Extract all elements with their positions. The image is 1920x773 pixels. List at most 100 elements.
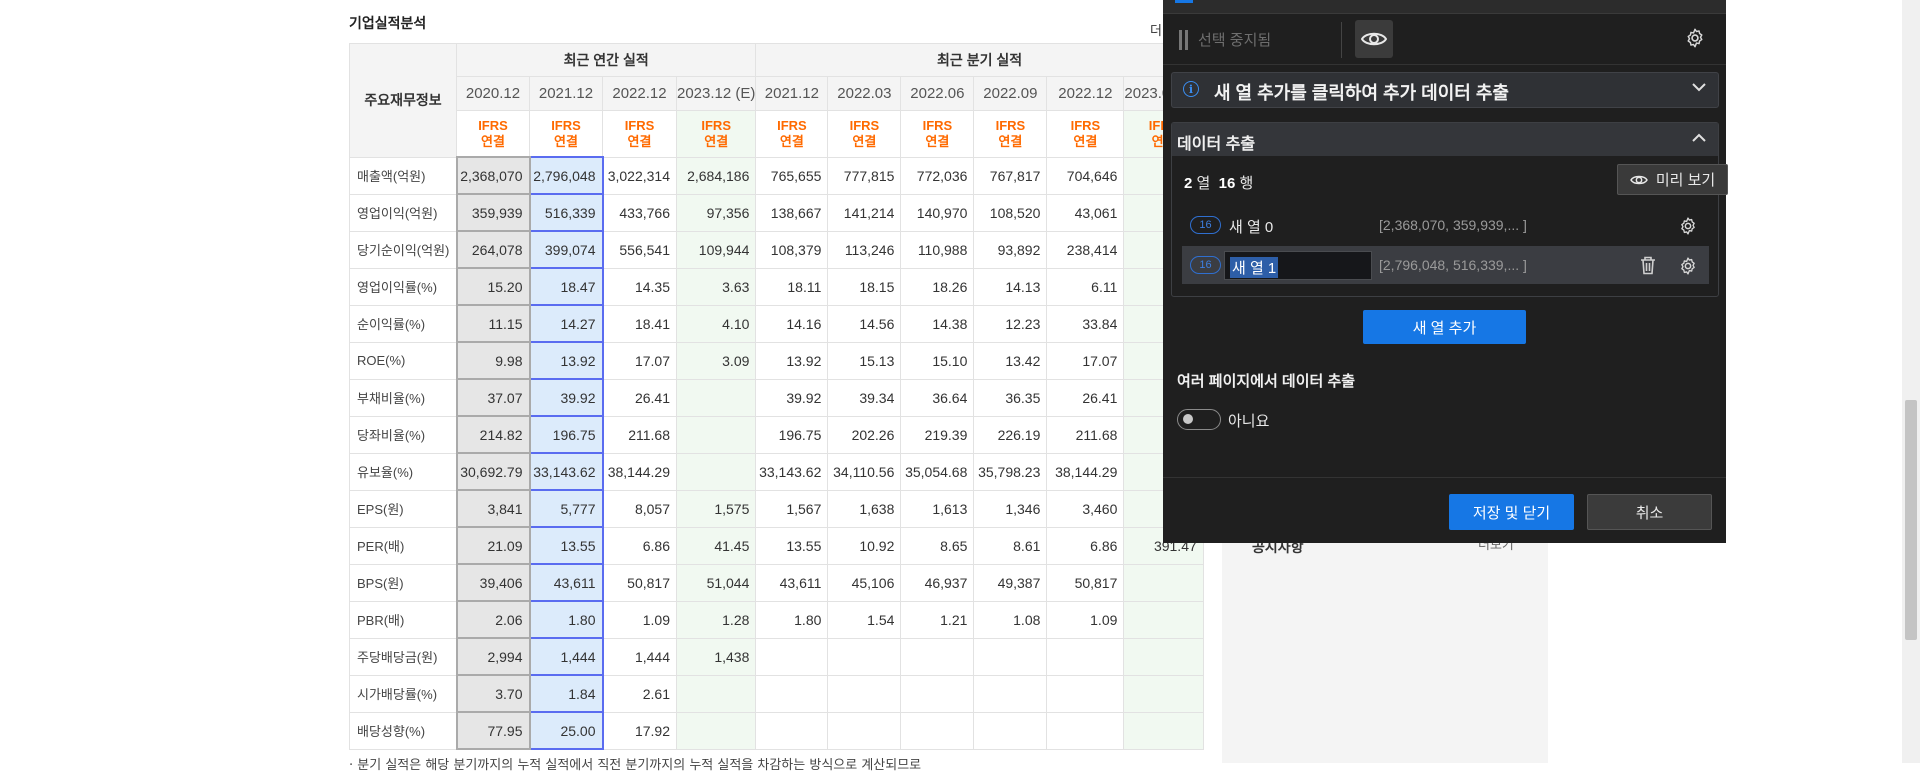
drag-handle[interactable] — [1179, 30, 1182, 50]
table-cell[interactable]: 211.68 — [602, 415, 677, 454]
table-cell[interactable]: 109,944 — [675, 230, 757, 269]
table-cell[interactable]: 4.10 — [675, 304, 757, 343]
table-cell[interactable]: 33,143.62 — [755, 452, 829, 491]
table-cell[interactable]: 33.84 — [1046, 304, 1125, 343]
table-cell[interactable]: 777,815 — [827, 156, 902, 195]
preview-button[interactable]: 미리 보기 — [1617, 164, 1728, 195]
table-cell[interactable]: 202.26 — [827, 415, 902, 454]
table-cell[interactable] — [675, 711, 757, 750]
more-link[interactable]: 더 — [1150, 20, 1162, 39]
table-cell[interactable]: 46,937 — [900, 563, 975, 602]
table-cell[interactable]: 14.16 — [755, 304, 829, 343]
table-cell[interactable]: 97,356 — [675, 193, 757, 232]
scrollbar-thumb[interactable] — [1905, 400, 1917, 640]
table-cell[interactable]: 8.61 — [973, 526, 1048, 565]
table-cell[interactable]: 8.65 — [900, 526, 975, 565]
table-cell[interactable]: 15.13 — [827, 341, 902, 380]
table-cell[interactable]: 772,036 — [900, 156, 975, 195]
table-cell[interactable]: 9.98 — [455, 341, 531, 380]
table-cell[interactable]: 238,414 — [1046, 230, 1125, 269]
table-cell[interactable]: 18.26 — [900, 267, 975, 306]
table-cell[interactable]: 5,777 — [528, 489, 604, 528]
table-cell[interactable]: 1.21 — [900, 600, 975, 639]
table-cell[interactable]: 35,054.68 — [900, 452, 975, 491]
table-cell[interactable]: 39,406 — [455, 563, 531, 602]
table-cell[interactable]: 13.55 — [755, 526, 829, 565]
table-cell[interactable] — [1123, 600, 1204, 639]
table-cell[interactable]: 3,841 — [455, 489, 531, 528]
column-row[interactable]: 16 새 열 0 [2,368,070, 359,939,... ] — [1182, 206, 1709, 244]
table-cell[interactable]: 15.10 — [900, 341, 975, 380]
table-cell[interactable]: 18.47 — [528, 267, 604, 306]
drag-handle-bar[interactable] — [1185, 30, 1188, 50]
table-cell[interactable]: 196.75 — [528, 415, 604, 454]
toggle-visibility-button[interactable] — [1355, 20, 1393, 58]
column-name[interactable]: 새 열 0 — [1229, 216, 1273, 237]
table-cell[interactable]: 43,611 — [528, 563, 604, 602]
table-cell[interactable]: 1,444 — [528, 637, 604, 676]
table-cell[interactable] — [1123, 563, 1204, 602]
table-cell[interactable]: 39.34 — [827, 378, 902, 417]
table-cell[interactable]: 30,692.79 — [455, 452, 531, 491]
table-cell[interactable]: 12.23 — [973, 304, 1048, 343]
table-cell[interactable]: 14.27 — [528, 304, 604, 343]
table-cell[interactable]: 214.82 — [455, 415, 531, 454]
table-cell[interactable]: 767,817 — [973, 156, 1048, 195]
table-cell[interactable] — [1123, 674, 1204, 713]
table-cell[interactable]: 26.41 — [602, 378, 677, 417]
delete-column-button[interactable] — [1639, 255, 1657, 280]
table-cell[interactable]: 141,214 — [827, 193, 902, 232]
column-settings-button[interactable] — [1678, 256, 1698, 281]
table-cell[interactable]: 41.45 — [675, 526, 757, 565]
table-cell[interactable]: 17.07 — [602, 341, 677, 380]
table-cell[interactable]: 1,613 — [900, 489, 975, 528]
table-cell[interactable]: 3.70 — [455, 674, 531, 713]
extractor-title-bar[interactable] — [1163, 0, 1726, 14]
table-cell[interactable]: 43,611 — [755, 563, 829, 602]
table-cell[interactable]: 14.13 — [973, 267, 1048, 306]
table-cell[interactable]: 13.92 — [528, 341, 604, 380]
table-cell[interactable] — [900, 674, 975, 713]
table-cell[interactable]: 6.86 — [1046, 526, 1125, 565]
table-cell[interactable]: 26.41 — [1046, 378, 1125, 417]
table-cell[interactable]: 3,022,314 — [602, 156, 677, 195]
table-cell[interactable]: 516,339 — [528, 193, 604, 232]
table-cell[interactable]: 1,346 — [973, 489, 1048, 528]
table-cell[interactable]: 556,541 — [602, 230, 677, 269]
table-cell[interactable]: 765,655 — [755, 156, 829, 195]
table-cell[interactable]: 1,444 — [602, 637, 677, 676]
table-cell[interactable]: 13.92 — [755, 341, 829, 380]
table-cell[interactable]: 113,246 — [827, 230, 902, 269]
table-cell[interactable]: 226.19 — [973, 415, 1048, 454]
table-cell[interactable]: 11.15 — [455, 304, 531, 343]
table-cell[interactable]: 1.28 — [675, 600, 757, 639]
table-cell[interactable] — [675, 378, 757, 417]
table-cell[interactable]: 1,567 — [755, 489, 829, 528]
table-cell[interactable] — [755, 637, 829, 676]
table-cell[interactable]: 1.80 — [755, 600, 829, 639]
table-cell[interactable] — [827, 637, 902, 676]
table-cell[interactable] — [900, 637, 975, 676]
table-cell[interactable]: 13.42 — [973, 341, 1048, 380]
table-cell[interactable]: 2,994 — [455, 637, 531, 676]
table-cell[interactable]: 10.92 — [827, 526, 902, 565]
table-cell[interactable]: 140,970 — [900, 193, 975, 232]
table-cell[interactable]: 1,438 — [675, 637, 757, 676]
table-cell[interactable]: 45,106 — [827, 563, 902, 602]
table-cell[interactable]: 2,684,186 — [675, 156, 757, 195]
table-cell[interactable]: 108,379 — [755, 230, 829, 269]
table-cell[interactable]: 18.41 — [602, 304, 677, 343]
table-cell[interactable]: 13.55 — [528, 526, 604, 565]
table-cell[interactable] — [1123, 711, 1204, 750]
table-cell[interactable] — [827, 674, 902, 713]
table-cell[interactable]: 3.63 — [675, 267, 757, 306]
table-cell[interactable]: 39.92 — [528, 378, 604, 417]
table-cell[interactable]: 15.20 — [455, 267, 531, 306]
table-cell[interactable]: 2,368,070 — [455, 156, 531, 195]
table-cell[interactable]: 51,044 — [675, 563, 757, 602]
table-cell[interactable] — [973, 674, 1048, 713]
table-cell[interactable]: 21.09 — [455, 526, 531, 565]
multi-page-toggle[interactable] — [1177, 409, 1221, 430]
table-cell[interactable]: 1,638 — [827, 489, 902, 528]
table-cell[interactable]: 50,817 — [1046, 563, 1125, 602]
